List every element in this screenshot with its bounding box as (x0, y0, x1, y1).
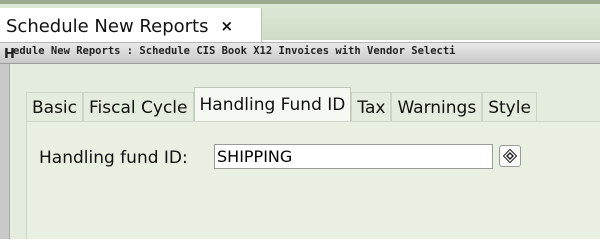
app-frame: Schedule New Reports × H edule New Repor… (0, 0, 600, 239)
tab-panel-handling-fund-id: Handling fund ID: (26, 121, 600, 239)
tab-tax[interactable]: Tax (351, 92, 392, 122)
left-rail (0, 64, 10, 239)
handling-fund-label: Handling fund ID: (39, 148, 188, 168)
tab-basic[interactable]: Basic (26, 92, 84, 122)
tab-fiscal-cycle[interactable]: Fiscal Cycle (83, 92, 194, 122)
tab-warnings[interactable]: Warnings (391, 92, 483, 122)
lookup-diamond-icon (503, 149, 517, 163)
window-title: edule New Reports : Schedule CIS Book X1… (13, 45, 456, 57)
tab-handling-fund-id[interactable]: Handling Fund ID (193, 87, 352, 122)
window-title-bar[interactable]: H edule New Reports : Schedule CIS Book … (0, 42, 600, 64)
tab-bar: Basic Fiscal Cycle Handling Fund ID Tax … (26, 86, 537, 122)
outer-tab-strip: Schedule New Reports × (0, 0, 600, 44)
lookup-button[interactable] (499, 145, 521, 167)
outer-tab-label: Schedule New Reports (6, 15, 209, 37)
close-icon[interactable]: × (220, 17, 233, 35)
tab-schedule-new-reports[interactable]: Schedule New Reports × (0, 8, 262, 44)
tab-style[interactable]: Style (482, 92, 537, 122)
content-area: Basic Fiscal Cycle Handling Fund ID Tax … (10, 64, 600, 239)
handling-fund-input[interactable] (214, 144, 493, 169)
